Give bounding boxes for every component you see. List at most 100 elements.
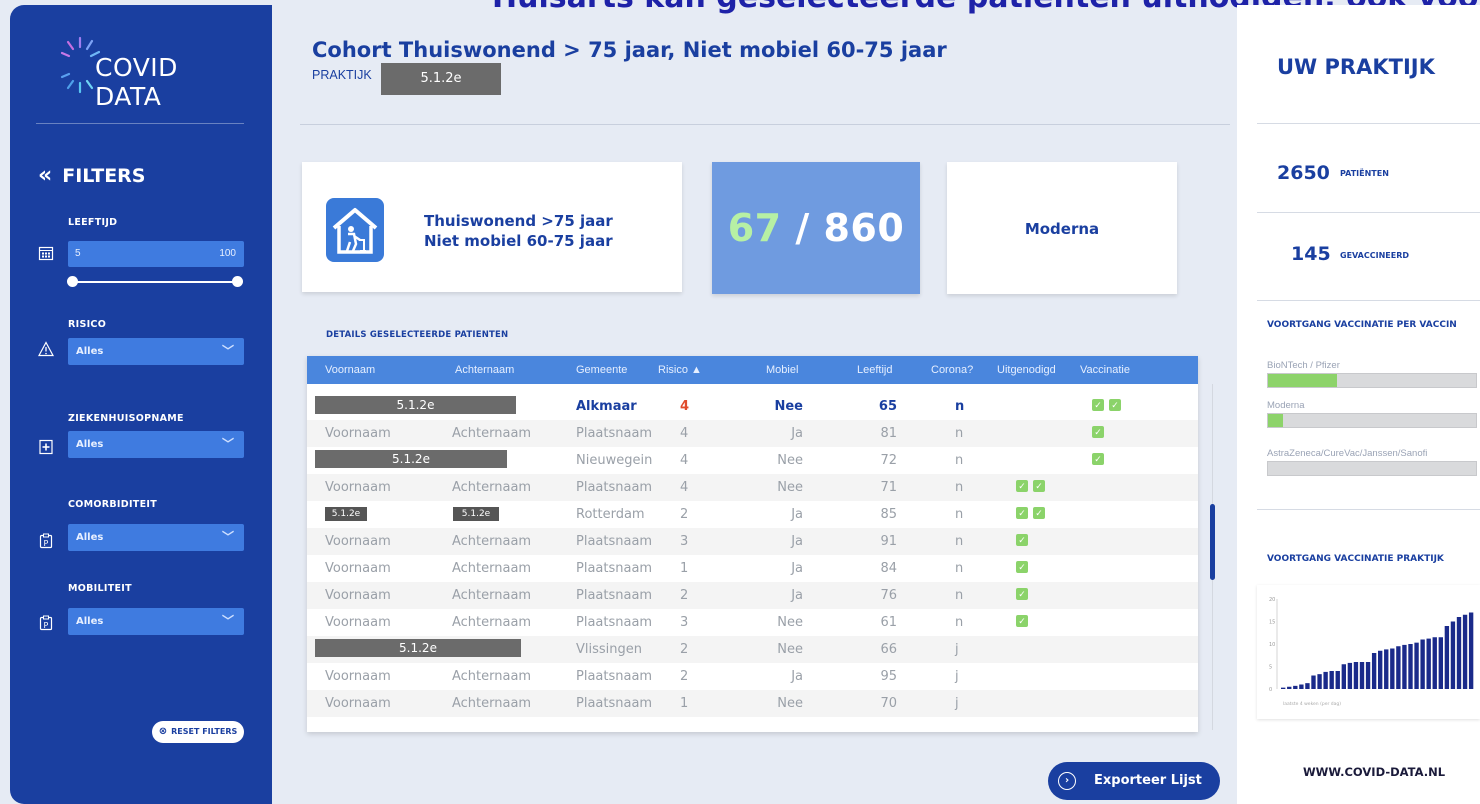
arrow-right-circle-icon: › — [1058, 772, 1076, 790]
corona-cell: n — [955, 480, 964, 495]
chart-bar — [1462, 614, 1468, 689]
age-min-value: 5 — [75, 248, 81, 259]
corona-cell: n — [955, 426, 964, 441]
age-slider-track[interactable] — [72, 281, 240, 283]
table-row[interactable]: Voornaam Achternaam Plaatsnaam 1 Ja 84 n ✓ — [307, 555, 1198, 582]
table-row[interactable]: Voornaam Achternaam Plaatsnaam 3 Nee 61 n ✓ — [307, 609, 1198, 636]
mobile-cell: Nee — [777, 696, 803, 711]
vaccinated-check-icon: ✓ — [1092, 426, 1104, 438]
name-redaction: 5.1.2e — [315, 450, 507, 468]
risk-cell: 2 — [680, 588, 689, 603]
table-row[interactable]: Voornaam Achternaam Plaatsnaam 4 Ja 81 n ✓ — [307, 420, 1198, 447]
cohort-card: Thuiswonend >75 jaar Niet mobiel 60-75 j… — [302, 162, 682, 292]
invited-check-icon: ✓ — [1016, 534, 1028, 546]
column-header[interactable]: Achternaam — [455, 364, 514, 376]
table-row[interactable]: Voornaam Achternaam Plaatsnaam 2 Ja 95 j — [307, 663, 1198, 690]
calendar-icon — [38, 245, 54, 261]
column-header[interactable]: Uitgenodigd — [997, 364, 1056, 376]
column-header[interactable]: Risico ▲ — [658, 364, 702, 376]
chart-bar — [1329, 671, 1334, 689]
first-name-cell: Voornaam — [325, 561, 391, 576]
table-row[interactable]: 5.1.2e Alkmaar 4 Nee 65 n ✓ ✓ — [307, 393, 1198, 420]
vaccinated-check-icon: ✓ — [1092, 399, 1104, 411]
ziekenhuisopname-select[interactable]: Alles ﹀ — [68, 431, 244, 458]
municipality-cell: Plaatsnaam — [576, 615, 653, 630]
table-row[interactable]: Voornaam Achternaam Plaatsnaam 1 Nee 70 j — [307, 690, 1198, 717]
column-header[interactable]: Vaccinatie — [1080, 364, 1130, 376]
corona-cell: j — [955, 669, 959, 684]
vaccinated-count-card: 67 / 860 — [712, 162, 920, 294]
export-list-button[interactable]: › Exporteer Lijst — [1048, 762, 1220, 800]
mobile-cell: Ja — [791, 669, 803, 684]
filters-heading[interactable]: « FILTERS — [38, 163, 145, 188]
comorbiditeit-select[interactable]: Alles ﹀ — [68, 524, 244, 551]
table-row[interactable]: Voornaam Achternaam Plaatsnaam 3 Ja 91 n ✓ — [307, 528, 1198, 555]
count-vaccinated: 67 — [727, 206, 782, 250]
risk-cell: 2 — [680, 507, 689, 522]
risk-cell: 3 — [680, 534, 689, 549]
reset-icon: ⊗ — [158, 726, 168, 737]
age-slider-max-handle[interactable] — [232, 276, 243, 287]
vaccine-progress-label: AstraZeneca/CureVac/Janssen/Sanofi — [1267, 448, 1428, 459]
hospital-cross-icon — [38, 439, 54, 455]
last-name-cell: Achternaam — [452, 615, 532, 630]
invited-check-icon: ✓ — [1016, 480, 1028, 492]
filters-title: FILTERS — [62, 165, 146, 187]
chart-bar — [1317, 674, 1322, 689]
chart-bar — [1353, 662, 1359, 689]
reset-filters-button[interactable]: ⊗ RESET FILTERS — [152, 721, 244, 743]
chevron-down-icon: ﹀ — [221, 437, 234, 451]
mobiliteit-select[interactable]: Alles ﹀ — [68, 608, 244, 635]
chart-bar — [1408, 644, 1413, 689]
chart-bar — [1371, 653, 1377, 689]
table-row[interactable]: 5.1.2e Vlissingen 2 Nee 66 j — [307, 636, 1198, 663]
municipality-cell: Plaatsnaam — [576, 561, 653, 576]
app-root: Huisarts kan geselecteerde patiënten uit… — [0, 0, 1480, 804]
chart-bar — [1420, 639, 1425, 689]
chart-bar — [1456, 617, 1462, 689]
patients-label: PATIËNTEN — [1340, 169, 1389, 178]
corona-cell: n — [955, 588, 964, 603]
vaccinated-check-icon: ✓ — [1092, 453, 1104, 465]
age-range-field[interactable]: 5 100 — [68, 241, 244, 267]
column-header[interactable]: Leeftijd — [857, 364, 892, 376]
count-separator: / — [781, 206, 824, 250]
panel-divider — [1257, 509, 1480, 510]
mobile-cell: Ja — [791, 588, 803, 603]
column-header[interactable]: Voornaam — [325, 364, 375, 376]
risico-value: Alles — [76, 346, 104, 357]
mobile-cell: Nee — [777, 642, 803, 657]
reset-filters-label: RESET FILTERS — [171, 727, 238, 736]
age-cell: 85 — [880, 507, 897, 522]
age-cell: 84 — [880, 561, 897, 576]
last-name-cell: Achternaam — [452, 480, 532, 495]
chevron-down-icon: ﹀ — [221, 344, 234, 358]
age-slider-min-handle[interactable] — [67, 276, 78, 287]
column-header[interactable]: Corona? — [931, 364, 973, 376]
sidebar-divider — [36, 123, 244, 124]
last-name-cell: Achternaam — [452, 588, 532, 603]
chart-bar — [1402, 644, 1407, 689]
table-row[interactable]: Voornaam Achternaam Plaatsnaam 4 Nee 71 n ✓ ✓ — [307, 474, 1198, 501]
practice-title: UW PRAKTIJK — [1277, 55, 1435, 79]
table-row[interactable]: 5.1.2e 5.1.2e Rotterdam 2 Ja 85 n ✓ ✓ — [307, 501, 1198, 528]
municipality-cell: Plaatsnaam — [576, 534, 653, 549]
column-header[interactable]: Gemeente — [576, 364, 627, 376]
municipality-cell: Plaatsnaam — [576, 669, 653, 684]
invited-check-icon: ✓ — [1033, 507, 1045, 519]
first-name-cell: Voornaam — [325, 615, 391, 630]
table-row[interactable]: 5.1.2e Nieuwegein 4 Nee 72 n ✓ — [307, 447, 1198, 474]
risk-cell: 4 — [680, 453, 689, 468]
mobile-cell: Ja — [791, 507, 803, 522]
website-link[interactable]: WWW.COVID-DATA.NL — [1303, 765, 1445, 779]
risico-select[interactable]: Alles ﹀ — [68, 338, 244, 365]
double-chevron-left-icon[interactable]: « — [38, 163, 52, 188]
chart-bar — [1323, 671, 1328, 689]
table-scrollbar[interactable] — [1210, 504, 1215, 580]
chevron-down-icon: ﹀ — [221, 614, 234, 628]
last-name-cell: Achternaam — [452, 426, 532, 441]
risk-cell: 4 — [680, 426, 689, 441]
table-row[interactable]: Voornaam Achternaam Plaatsnaam 2 Ja 76 n ✓ — [307, 582, 1198, 609]
column-header[interactable]: Mobiel — [766, 364, 798, 376]
panel-divider — [1257, 212, 1480, 213]
